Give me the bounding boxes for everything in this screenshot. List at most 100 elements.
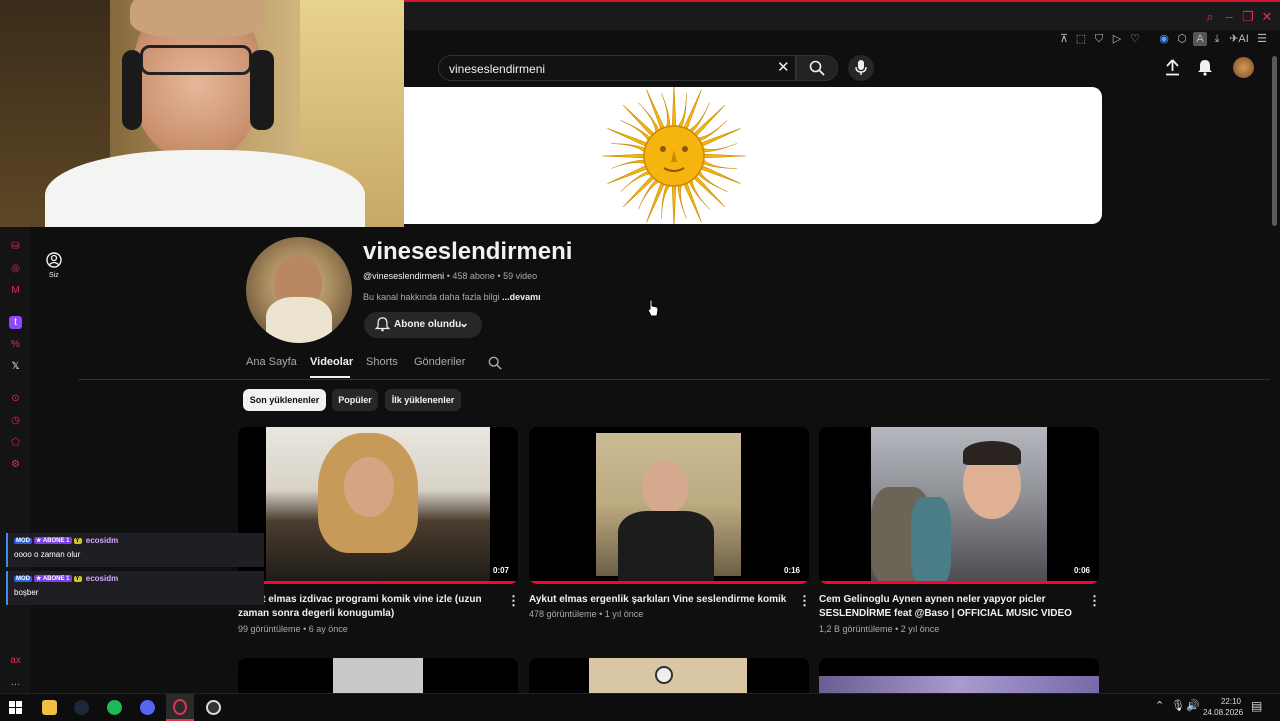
bottom-icon[interactable]: ax	[9, 654, 22, 667]
instagram-icon[interactable]: ◎	[9, 262, 22, 275]
more-link[interactable]: ...devamı	[502, 292, 541, 302]
restore-icon[interactable]: ❐	[1241, 10, 1255, 24]
video-thumbnail[interactable]	[819, 658, 1099, 693]
video-thumbnail[interactable]: 0:06	[819, 427, 1099, 584]
meta-separator: •	[599, 609, 603, 619]
menu-icon[interactable]: ☰	[1255, 32, 1269, 46]
video-title[interactable]: Aykut elmas ergenlik şarkıları Vine sesl…	[529, 593, 791, 607]
video-more-icon[interactable]: ⋮	[507, 594, 520, 608]
browser-sidebar: ⛁ ◎ M t % 𝕏 ⊙ ◷ ⬠ ⚙ ax …	[0, 227, 30, 693]
notification-center-icon[interactable]: ▤	[1251, 699, 1262, 713]
scrollbar[interactable]	[1272, 56, 1277, 226]
video-thumbnail[interactable]: 0:07	[238, 427, 518, 584]
tab-home[interactable]: Ana Sayfa	[246, 356, 297, 368]
sun-ray	[622, 175, 655, 208]
search-box[interactable]: ✕	[438, 55, 796, 81]
meta-separator: •	[446, 271, 450, 281]
ai-label: AI	[1238, 33, 1249, 45]
account-avatar[interactable]	[1233, 57, 1254, 78]
white-shirt	[45, 150, 365, 227]
sidebar-item-you[interactable]: Siz	[40, 252, 68, 282]
avatar-shirt	[266, 297, 332, 343]
video-thumbnail[interactable]: 0:16	[529, 427, 809, 584]
channel-search-icon[interactable]	[488, 356, 502, 370]
tray-mic-icon[interactable]: 🎙	[1171, 699, 1185, 712]
notifications-bell-icon[interactable]	[1197, 59, 1213, 76]
video-meta: 1,2 B görüntüleme • 2 yıl önce	[819, 624, 939, 634]
sun-ray	[661, 93, 671, 128]
translate-icon[interactable]: A	[1193, 32, 1207, 46]
tray-volume-icon[interactable]: 🔊	[1186, 699, 1200, 712]
aria-ai-icon[interactable]: ✈AI	[1229, 32, 1249, 46]
watch-progress-bar	[238, 581, 518, 584]
pinboard-icon[interactable]: ⬠	[9, 436, 22, 449]
thumbnail-image	[589, 658, 747, 693]
thumbnail-image	[333, 658, 423, 693]
video-count: 59 video	[503, 271, 538, 281]
clear-search-icon[interactable]: ✕	[777, 59, 790, 77]
video-title[interactable]: Aykut elmas izdivac programi komik vine …	[238, 593, 500, 621]
screenshot-icon[interactable]: ⬚	[1074, 32, 1088, 46]
tray-chevron-icon[interactable]: ⌃	[1155, 699, 1164, 712]
sun-ray	[677, 184, 687, 219]
watch-progress-bar	[819, 581, 1099, 584]
channel-banner	[404, 87, 1102, 224]
chip-latest[interactable]: Son yüklenenler	[243, 389, 326, 411]
chip-popular[interactable]: Popüler	[332, 389, 378, 411]
clock-icon	[655, 666, 673, 684]
meta-separator: •	[497, 271, 501, 281]
chip-oldest[interactable]: İlk yüklenenler	[385, 389, 461, 411]
sun-ray	[661, 184, 671, 219]
clock-date[interactable]: 24.08.2026	[1203, 708, 1243, 717]
video-more-icon[interactable]: ⋮	[1088, 594, 1101, 608]
channel-meta: @vineseslendirmeni • 458 abone • 59 vide…	[363, 271, 537, 281]
search-button[interactable]	[796, 55, 838, 81]
download-icon[interactable]: ⤓	[1210, 32, 1224, 46]
spotify-icon[interactable]	[107, 700, 122, 715]
video-more-icon[interactable]: ⋮	[798, 594, 811, 608]
extension-vpn-icon[interactable]: ◉	[1157, 32, 1171, 46]
subscribed-button[interactable]: Abone olundu ⌄	[364, 312, 482, 338]
channel-handle: @vineseslendirmeni	[363, 271, 445, 281]
opera-gx-taskbar-item[interactable]	[166, 694, 194, 721]
hand-cursor-icon	[647, 299, 659, 317]
extensions-icon[interactable]: ⬡	[1175, 32, 1189, 46]
tab-shorts[interactable]: Shorts	[366, 356, 398, 368]
upload-age: 1 yıl önce	[604, 609, 644, 619]
close-icon[interactable]: ✕	[1260, 10, 1274, 24]
channel-description: Bu kanal hakkında daha fazla bilgi ...de…	[363, 292, 541, 302]
percent-icon[interactable]: %	[9, 338, 22, 351]
settings-icon[interactable]: ⚙	[9, 458, 22, 471]
sun-ray	[671, 87, 677, 127]
tab-posts[interactable]: Gönderiler	[414, 356, 465, 368]
history-icon[interactable]: ◷	[9, 414, 22, 427]
more-icon[interactable]: …	[9, 676, 22, 689]
voice-search-button[interactable]	[848, 55, 874, 81]
video-thumbnail[interactable]	[238, 658, 518, 693]
steam-icon[interactable]	[74, 700, 89, 715]
player-icon[interactable]: ⊙	[9, 392, 22, 405]
discord-icon[interactable]	[140, 700, 155, 715]
pin-icon[interactable]: ⊼	[1057, 32, 1071, 46]
tab-videos[interactable]: Videolar	[310, 356, 353, 368]
clock-time[interactable]: 22:10	[1213, 697, 1241, 706]
messenger-icon[interactable]: M	[9, 284, 22, 297]
upload-icon[interactable]	[1164, 59, 1181, 76]
file-explorer-icon[interactable]	[42, 700, 57, 715]
sun-ray	[638, 179, 660, 210]
video-title[interactable]: Cem Gelinoglu Aynen aynen neler yapyor p…	[819, 593, 1081, 621]
browser-search-icon[interactable]: ⌕	[1203, 10, 1217, 24]
bag-icon[interactable]: ⛁	[9, 240, 22, 253]
windows-start-icon[interactable]	[9, 701, 22, 714]
heart-icon[interactable]: ♡	[1128, 32, 1142, 46]
minimize-icon[interactable]: –	[1222, 10, 1236, 24]
twitch-icon[interactable]: t	[9, 316, 22, 329]
video-thumbnail[interactable]	[529, 658, 809, 693]
shield-icon[interactable]: ⛉	[1092, 32, 1106, 46]
search-input[interactable]	[449, 60, 769, 78]
thumbnail-face	[344, 457, 394, 517]
obs-icon[interactable]	[206, 700, 221, 715]
x-icon[interactable]: 𝕏	[9, 360, 22, 373]
user-circle-icon	[46, 252, 62, 268]
play-icon[interactable]: ▷	[1110, 32, 1124, 46]
